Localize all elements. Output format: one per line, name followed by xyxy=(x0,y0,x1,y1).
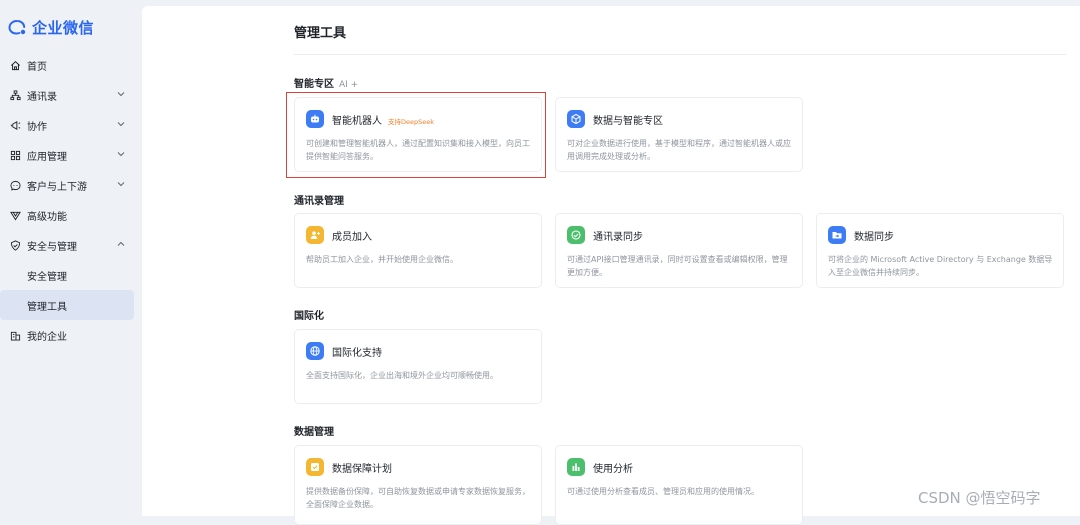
bar-chart-icon xyxy=(567,458,585,476)
sidebar-item-app-management[interactable]: 应用管理 xyxy=(0,140,142,170)
card-title: 成员加入 xyxy=(332,232,372,243)
card-title: 使用分析 xyxy=(593,464,633,475)
card-title: 数据与智能专区 xyxy=(593,116,663,127)
globe-icon xyxy=(306,342,324,360)
sync-icon xyxy=(567,226,585,244)
building-icon xyxy=(9,329,21,341)
chevron-up-icon xyxy=(117,241,125,246)
sidebar-subitem-security[interactable]: 安全管理 xyxy=(0,260,142,290)
card-data-sync[interactable]: 数据同步 可将企业的 Microsoft Active Directory 与 … xyxy=(816,213,1064,288)
sidebar-item-my-company[interactable]: 我的企业 xyxy=(0,320,142,350)
shield-icon xyxy=(9,239,21,251)
section-title-contacts: 通讯录管理 xyxy=(294,196,344,207)
chevron-down-icon xyxy=(117,152,125,157)
cube-icon xyxy=(567,110,585,128)
collaboration-icon xyxy=(9,119,21,131)
sidebar-item-label: 通讯录 xyxy=(27,91,57,103)
watermark: CSDN @悟空码字 xyxy=(918,489,1041,507)
sidebar-item-label: 高级功能 xyxy=(27,211,67,223)
sidebar-item-label: 我的企业 xyxy=(27,331,67,343)
sidebar-subitem-management-tools[interactable]: 管理工具 xyxy=(0,290,134,320)
card-description: 全面支持国际化，企业出海和境外企业均可顺畅使用。 xyxy=(306,371,498,380)
card-description: 帮助员工加入企业，并开始使用企业微信。 xyxy=(306,255,458,264)
app-logo[interactable]: 企业微信 xyxy=(8,17,94,38)
sidebar-item-home[interactable]: 首页 xyxy=(0,50,142,80)
sidebar-item-label: 应用管理 xyxy=(27,151,67,163)
chevron-down-icon xyxy=(117,182,125,187)
org-chart-icon xyxy=(9,89,21,101)
section-title-intl: 国际化 xyxy=(294,311,324,322)
folder-icon xyxy=(828,226,846,244)
card-description: 可通过API接口管理通讯录，同时可设置查看或编辑权限，管理更加方便。 xyxy=(567,255,788,277)
wecom-logo-icon xyxy=(8,19,26,35)
highlight-box xyxy=(286,92,546,178)
app-name: 企业微信 xyxy=(32,19,95,37)
card-member-join[interactable]: 成员加入 帮助员工加入企业，并开始使用企业微信。 xyxy=(294,213,542,288)
sidebar-item-label: 管理工具 xyxy=(27,301,67,313)
sidebar-item-security-management[interactable]: 安全与管理 xyxy=(0,230,142,260)
card-data-ai-zone[interactable]: 数据与智能专区 可对企业数据进行使用，基于模型和程序，通过智能机器人或应用调用完… xyxy=(555,97,803,172)
title-divider xyxy=(294,54,1066,55)
card-contacts-sync[interactable]: 通讯录同步 可通过API接口管理通讯录，同时可设置查看或编辑权限，管理更加方便。 xyxy=(555,213,803,288)
sidebar-item-label: 客户与上下游 xyxy=(27,181,87,193)
card-usage-analysis[interactable]: 使用分析 可通过使用分析查看成员、管理员和应用的使用情况。 xyxy=(555,445,803,525)
card-intl-support[interactable]: 国际化支持 全面支持国际化，企业出海和境外企业均可顺畅使用。 xyxy=(294,329,542,404)
app-grid-icon xyxy=(9,149,21,161)
section-title-ai: 智能专区 AI + xyxy=(294,79,359,90)
chevron-down-icon xyxy=(117,122,125,127)
card-data-protection[interactable]: 数据保障计划 提供数据备份保障，可自助恢复数据或申请专家数据恢复服务，全面保障企… xyxy=(294,445,542,525)
chat-bubble-icon xyxy=(9,179,21,191)
home-icon xyxy=(9,59,21,71)
card-description: 可对企业数据进行使用，基于模型和程序，通过智能机器人或应用调用完成处理或分析。 xyxy=(567,139,791,161)
data-backup-icon xyxy=(306,458,324,476)
card-title: 通讯录同步 xyxy=(593,232,643,243)
sidebar-item-label: 安全管理 xyxy=(27,271,67,283)
add-member-icon xyxy=(306,226,324,244)
ai-tag: AI + xyxy=(339,80,359,90)
card-description: 提供数据备份保障，可自助恢复数据或申请专家数据恢复服务，全面保障企业数据。 xyxy=(306,487,530,509)
sidebar-item-label: 协作 xyxy=(27,121,47,133)
sidebar-item-advanced[interactable]: 高级功能 xyxy=(0,200,142,230)
section-title-data: 数据管理 xyxy=(294,427,334,438)
card-description: 可通过使用分析查看成员、管理员和应用的使用情况。 xyxy=(567,487,759,496)
card-title: 数据保障计划 xyxy=(332,464,392,475)
sidebar-item-collaboration[interactable]: 协作 xyxy=(0,110,142,140)
sidebar-item-label: 首页 xyxy=(27,61,47,73)
sidebar-item-customers[interactable]: 客户与上下游 xyxy=(0,170,142,200)
diamond-icon xyxy=(9,209,21,221)
page-title: 管理工具 xyxy=(294,26,347,41)
sidebar-nav: 首页 通讯录 协作 应用管理 客户与上下游 高级功能 安全与管理 安全管理 管理… xyxy=(0,50,142,350)
sidebar-item-label: 安全与管理 xyxy=(27,241,77,253)
card-title: 数据同步 xyxy=(854,232,894,243)
sidebar-item-contacts[interactable]: 通讯录 xyxy=(0,80,142,110)
card-title: 国际化支持 xyxy=(332,348,382,359)
sidebar: 企业微信 首页 通讯录 协作 应用管理 客户与上下游 高级功能 安全与管理 安全… xyxy=(0,0,142,516)
card-description: 可将企业的 Microsoft Active Directory 与 Excha… xyxy=(828,255,1053,277)
chevron-down-icon xyxy=(117,92,125,97)
